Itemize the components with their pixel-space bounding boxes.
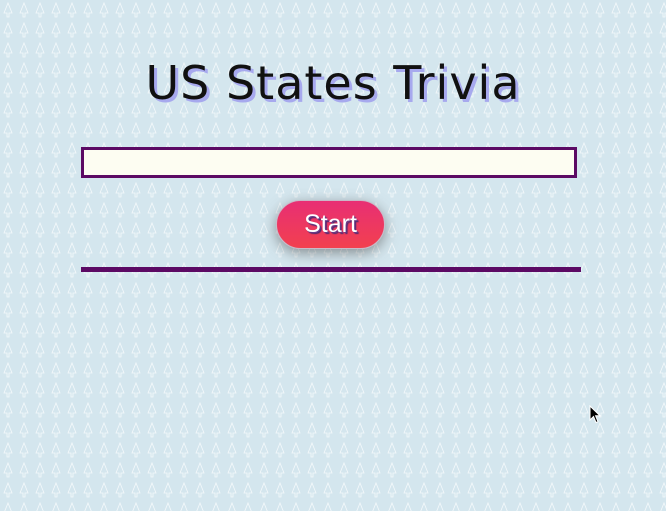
divider [81, 267, 581, 272]
mouse-pointer-icon [589, 405, 602, 424]
answer-input[interactable] [81, 147, 577, 178]
page-title: US States Trivia [145, 56, 521, 110]
start-button[interactable]: Start [276, 200, 385, 249]
